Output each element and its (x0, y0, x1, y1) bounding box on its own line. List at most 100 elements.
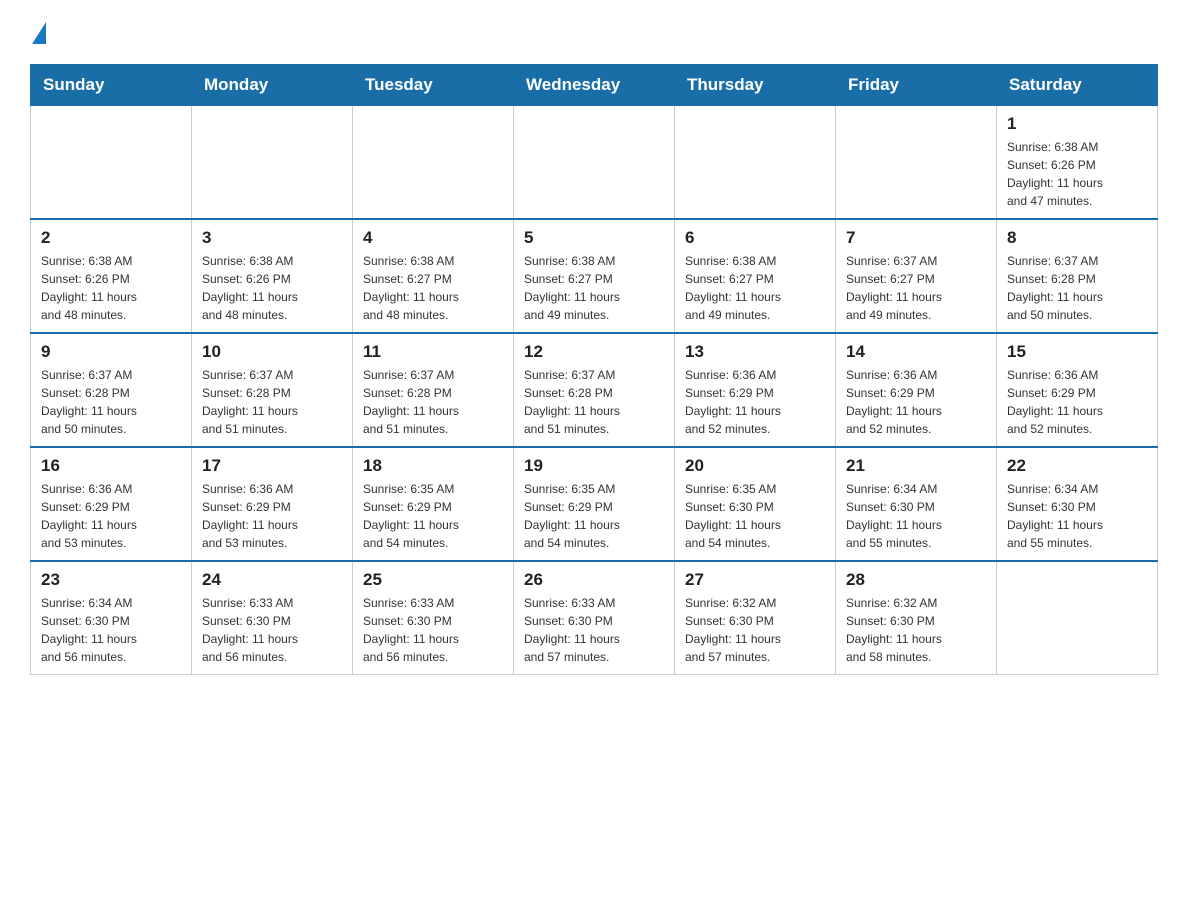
calendar-cell (997, 561, 1158, 675)
day-info: Sunrise: 6:35 AM Sunset: 6:29 PM Dayligh… (524, 480, 664, 552)
day-info: Sunrise: 6:38 AM Sunset: 6:27 PM Dayligh… (524, 252, 664, 324)
day-number: 15 (1007, 342, 1147, 362)
day-number: 14 (846, 342, 986, 362)
day-number: 27 (685, 570, 825, 590)
day-number: 26 (524, 570, 664, 590)
weekday-header-friday: Friday (836, 65, 997, 106)
day-info: Sunrise: 6:33 AM Sunset: 6:30 PM Dayligh… (202, 594, 342, 666)
day-number: 1 (1007, 114, 1147, 134)
day-info: Sunrise: 6:36 AM Sunset: 6:29 PM Dayligh… (1007, 366, 1147, 438)
day-number: 11 (363, 342, 503, 362)
calendar-cell: 16 Sunrise: 6:36 AM Sunset: 6:29 PM Dayli… (31, 447, 192, 561)
day-number: 2 (41, 228, 181, 248)
day-number: 8 (1007, 228, 1147, 248)
calendar-cell: 22 Sunrise: 6:34 AM Sunset: 6:30 PM Dayli… (997, 447, 1158, 561)
day-info: Sunrise: 6:32 AM Sunset: 6:30 PM Dayligh… (685, 594, 825, 666)
calendar-cell: 18 Sunrise: 6:35 AM Sunset: 6:29 PM Dayli… (353, 447, 514, 561)
calendar-cell: 21Sunrise: 6:34 AM Sunset: 6:30 PM Dayli… (836, 447, 997, 561)
day-number: 3 (202, 228, 342, 248)
day-number: 19 (524, 456, 664, 476)
calendar-cell: 25 Sunrise: 6:33 AM Sunset: 6:30 PM Dayli… (353, 561, 514, 675)
logo-triangle-icon (32, 22, 46, 44)
day-info: Sunrise: 6:36 AM Sunset: 6:29 PM Dayligh… (202, 480, 342, 552)
day-info: Sunrise: 6:36 AM Sunset: 6:29 PM Dayligh… (41, 480, 181, 552)
day-number: 9 (41, 342, 181, 362)
calendar-cell: 12 Sunrise: 6:37 AM Sunset: 6:28 PM Dayli… (514, 333, 675, 447)
weekday-header-row: SundayMondayTuesdayWednesdayThursdayFrid… (31, 65, 1158, 106)
week-row-4: 16 Sunrise: 6:36 AM Sunset: 6:29 PM Dayli… (31, 447, 1158, 561)
calendar-table: SundayMondayTuesdayWednesdayThursdayFrid… (30, 64, 1158, 675)
day-number: 23 (41, 570, 181, 590)
day-info: Sunrise: 6:38 AM Sunset: 6:26 PM Dayligh… (1007, 138, 1147, 210)
day-info: Sunrise: 6:38 AM Sunset: 6:26 PM Dayligh… (41, 252, 181, 324)
week-row-5: 23 Sunrise: 6:34 AM Sunset: 6:30 PM Dayli… (31, 561, 1158, 675)
day-number: 12 (524, 342, 664, 362)
logo (30, 20, 46, 44)
day-number: 20 (685, 456, 825, 476)
calendar-cell: 13Sunrise: 6:36 AM Sunset: 6:29 PM Dayli… (675, 333, 836, 447)
calendar-cell: 27 Sunrise: 6:32 AM Sunset: 6:30 PM Dayli… (675, 561, 836, 675)
calendar-cell: 28 Sunrise: 6:32 AM Sunset: 6:30 PM Dayli… (836, 561, 997, 675)
calendar-cell: 17 Sunrise: 6:36 AM Sunset: 6:29 PM Dayli… (192, 447, 353, 561)
calendar-cell: 11 Sunrise: 6:37 AM Sunset: 6:28 PM Dayli… (353, 333, 514, 447)
weekday-header-sunday: Sunday (31, 65, 192, 106)
day-number: 18 (363, 456, 503, 476)
day-info: Sunrise: 6:36 AM Sunset: 6:29 PM Dayligh… (846, 366, 986, 438)
calendar-cell (836, 106, 997, 220)
weekday-header-saturday: Saturday (997, 65, 1158, 106)
weekday-header-tuesday: Tuesday (353, 65, 514, 106)
day-number: 6 (685, 228, 825, 248)
day-info: Sunrise: 6:38 AM Sunset: 6:26 PM Dayligh… (202, 252, 342, 324)
calendar-cell: 4 Sunrise: 6:38 AM Sunset: 6:27 PM Daylig… (353, 219, 514, 333)
calendar-cell: 10 Sunrise: 6:37 AM Sunset: 6:28 PM Dayli… (192, 333, 353, 447)
day-info: Sunrise: 6:37 AM Sunset: 6:28 PM Dayligh… (363, 366, 503, 438)
day-number: 10 (202, 342, 342, 362)
day-info: Sunrise: 6:37 AM Sunset: 6:28 PM Dayligh… (524, 366, 664, 438)
calendar-cell (192, 106, 353, 220)
day-number: 25 (363, 570, 503, 590)
day-info: Sunrise: 6:33 AM Sunset: 6:30 PM Dayligh… (524, 594, 664, 666)
weekday-header-monday: Monday (192, 65, 353, 106)
week-row-3: 9 Sunrise: 6:37 AM Sunset: 6:28 PM Daylig… (31, 333, 1158, 447)
calendar-cell (514, 106, 675, 220)
day-info: Sunrise: 6:38 AM Sunset: 6:27 PM Dayligh… (363, 252, 503, 324)
calendar-cell: 14 Sunrise: 6:36 AM Sunset: 6:29 PM Dayli… (836, 333, 997, 447)
page-header (30, 20, 1158, 44)
day-number: 13 (685, 342, 825, 362)
day-number: 7 (846, 228, 986, 248)
day-info: Sunrise: 6:35 AM Sunset: 6:30 PM Dayligh… (685, 480, 825, 552)
day-info: Sunrise: 6:37 AM Sunset: 6:28 PM Dayligh… (1007, 252, 1147, 324)
calendar-cell: 20 Sunrise: 6:35 AM Sunset: 6:30 PM Dayli… (675, 447, 836, 561)
day-number: 28 (846, 570, 986, 590)
calendar-cell: 1 Sunrise: 6:38 AM Sunset: 6:26 PM Daylig… (997, 106, 1158, 220)
calendar-cell: 23 Sunrise: 6:34 AM Sunset: 6:30 PM Dayli… (31, 561, 192, 675)
calendar-cell: 19 Sunrise: 6:35 AM Sunset: 6:29 PM Dayli… (514, 447, 675, 561)
calendar-cell: 5Sunrise: 6:38 AM Sunset: 6:27 PM Daylig… (514, 219, 675, 333)
day-info: Sunrise: 6:37 AM Sunset: 6:28 PM Dayligh… (202, 366, 342, 438)
calendar-cell (31, 106, 192, 220)
week-row-2: 2 Sunrise: 6:38 AM Sunset: 6:26 PM Daylig… (31, 219, 1158, 333)
day-info: Sunrise: 6:34 AM Sunset: 6:30 PM Dayligh… (846, 480, 986, 552)
day-info: Sunrise: 6:37 AM Sunset: 6:27 PM Dayligh… (846, 252, 986, 324)
week-row-1: 1 Sunrise: 6:38 AM Sunset: 6:26 PM Daylig… (31, 106, 1158, 220)
calendar-cell: 15 Sunrise: 6:36 AM Sunset: 6:29 PM Dayli… (997, 333, 1158, 447)
calendar-cell: 8 Sunrise: 6:37 AM Sunset: 6:28 PM Daylig… (997, 219, 1158, 333)
calendar-cell (675, 106, 836, 220)
day-info: Sunrise: 6:33 AM Sunset: 6:30 PM Dayligh… (363, 594, 503, 666)
weekday-header-wednesday: Wednesday (514, 65, 675, 106)
day-number: 22 (1007, 456, 1147, 476)
calendar-cell: 6Sunrise: 6:38 AM Sunset: 6:27 PM Daylig… (675, 219, 836, 333)
calendar-cell: 9 Sunrise: 6:37 AM Sunset: 6:28 PM Daylig… (31, 333, 192, 447)
day-number: 24 (202, 570, 342, 590)
day-info: Sunrise: 6:34 AM Sunset: 6:30 PM Dayligh… (41, 594, 181, 666)
calendar-cell (353, 106, 514, 220)
calendar-cell: 24 Sunrise: 6:33 AM Sunset: 6:30 PM Dayli… (192, 561, 353, 675)
day-number: 17 (202, 456, 342, 476)
calendar-cell: 7 Sunrise: 6:37 AM Sunset: 6:27 PM Daylig… (836, 219, 997, 333)
day-info: Sunrise: 6:37 AM Sunset: 6:28 PM Dayligh… (41, 366, 181, 438)
day-number: 4 (363, 228, 503, 248)
day-number: 16 (41, 456, 181, 476)
day-info: Sunrise: 6:35 AM Sunset: 6:29 PM Dayligh… (363, 480, 503, 552)
day-info: Sunrise: 6:32 AM Sunset: 6:30 PM Dayligh… (846, 594, 986, 666)
day-info: Sunrise: 6:34 AM Sunset: 6:30 PM Dayligh… (1007, 480, 1147, 552)
